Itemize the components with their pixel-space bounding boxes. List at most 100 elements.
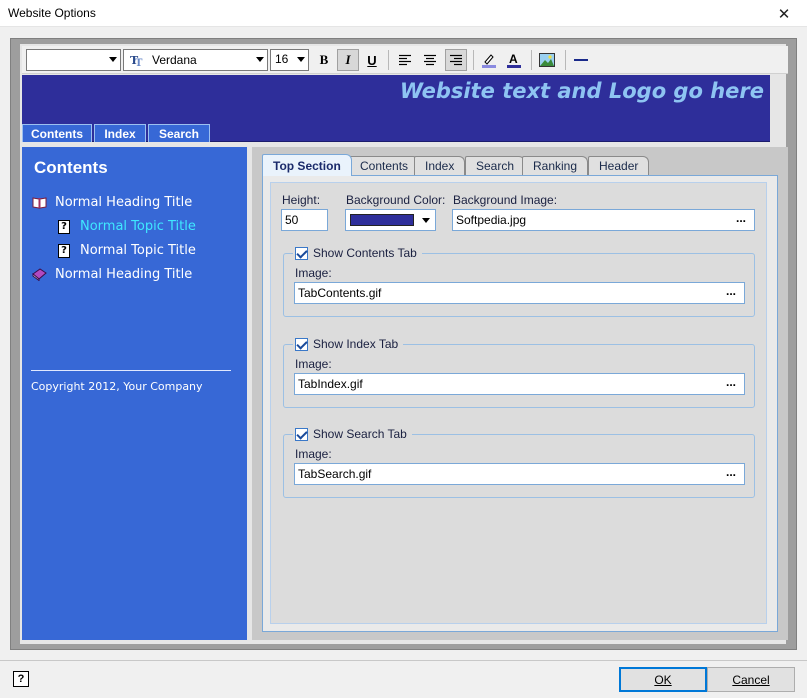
align-right-button[interactable] (445, 49, 467, 71)
show-index-tab-checkbox[interactable]: Show Index Tab (293, 337, 404, 351)
tree-item-label: Normal Topic Title (80, 243, 196, 258)
copyright-text: Copyright 2012, Your Company (31, 380, 203, 393)
background-color-picker[interactable] (345, 209, 436, 231)
image-label: Image: (295, 357, 332, 371)
image-value: TabIndex.gif (298, 377, 363, 391)
checkbox-label: Show Index Tab (313, 337, 399, 351)
horizontal-line-button[interactable] (570, 49, 592, 71)
horizontal-line-icon (574, 59, 588, 61)
browse-icon[interactable]: ... (726, 284, 736, 298)
tree-item-heading[interactable]: Normal Heading Title (32, 195, 192, 210)
title-bar (0, 0, 807, 27)
align-left-button[interactable] (394, 49, 416, 71)
italic-button[interactable]: I (337, 49, 359, 71)
help-topic-icon: ? (58, 243, 70, 258)
ok-button[interactable]: OK (619, 667, 707, 692)
background-color-label: Background Color: (346, 193, 446, 207)
background-image-input[interactable]: Softpedia.jpg ... (452, 209, 755, 231)
format-toolbar: T T Verdana 16 B I U A (22, 46, 788, 74)
show-contents-tab-checkbox[interactable]: Show Contents Tab (293, 246, 422, 260)
footer-separator (0, 660, 807, 661)
toolbar-separator (473, 50, 474, 70)
underline-button[interactable]: U (361, 49, 383, 71)
tab-top-section[interactable]: Top Section (262, 154, 352, 176)
size-combo-value: 16 (275, 52, 289, 66)
show-search-tab-checkbox[interactable]: Show Search Tab (293, 427, 412, 441)
ok-label: OK (654, 672, 672, 687)
sidebar-title: Contents (34, 158, 108, 177)
font-combo[interactable]: T T Verdana (123, 49, 268, 71)
close-icon: ✕ (777, 5, 791, 23)
insert-image-button[interactable] (536, 49, 558, 71)
size-combo[interactable]: 16 (270, 49, 309, 71)
image-label: Image: (295, 447, 332, 461)
banner-tab-contents[interactable]: Contents (22, 124, 92, 142)
search-tab-image-input[interactable]: TabSearch.gif ... (294, 463, 745, 485)
font-color-icon: A (507, 52, 521, 68)
bold-button[interactable]: B (313, 49, 335, 71)
align-center-icon (424, 54, 436, 66)
tab-index[interactable]: Index (414, 156, 466, 175)
height-label: Height: (282, 193, 321, 207)
help-icon: ? (17, 673, 25, 685)
checkbox-checked-icon (295, 246, 308, 260)
style-combo[interactable] (26, 49, 121, 71)
checkbox-checked-icon (295, 427, 308, 441)
align-right-icon (450, 54, 462, 66)
banner-tab-search[interactable]: Search (148, 124, 210, 142)
help-topic-icon: ? (58, 219, 70, 234)
height-input[interactable]: 50 (281, 209, 328, 231)
truetype-font-icon: T T (130, 54, 143, 67)
height-value: 50 (285, 213, 299, 227)
toolbar-separator (388, 50, 389, 70)
svg-text:T: T (135, 58, 143, 67)
tree-item-heading[interactable]: Normal Heading Title (32, 267, 192, 282)
image-value: TabContents.gif (298, 286, 382, 300)
svg-text:A: A (509, 52, 518, 66)
cancel-label: Cancel (732, 672, 770, 687)
window-title: Website Options (8, 6, 96, 20)
highlighter-icon (482, 54, 496, 68)
browse-icon[interactable]: ... (736, 211, 746, 225)
color-swatch (350, 214, 414, 226)
tree-item-topic[interactable]: ? Normal Topic Title (58, 243, 196, 258)
background-image-value: Softpedia.jpg (456, 213, 527, 227)
browse-icon[interactable]: ... (726, 375, 736, 389)
tab-search[interactable]: Search (465, 156, 526, 175)
tab-header[interactable]: Header (588, 156, 650, 175)
align-center-button[interactable] (419, 49, 441, 71)
image-value: TabSearch.gif (298, 467, 372, 481)
banner-tab-index[interactable]: Index (94, 124, 146, 142)
font-combo-value: Verdana (152, 53, 197, 67)
tab-contents[interactable]: Contents (349, 156, 420, 175)
background-image-label: Background Image: (453, 193, 558, 207)
checkbox-checked-icon (295, 337, 308, 351)
tree-item-label: Normal Heading Title (55, 195, 193, 210)
chevron-down-icon (256, 57, 264, 62)
image-icon (539, 53, 555, 67)
close-button[interactable]: ✕ (761, 0, 807, 27)
tree-item-label: Normal Heading Title (55, 267, 193, 282)
align-left-icon (399, 54, 411, 66)
closed-book-icon (32, 268, 47, 281)
tree-item-topic[interactable]: ? Normal Topic Title (58, 219, 196, 234)
chevron-down-icon (422, 218, 430, 223)
tree-item-label: Normal Topic Title (80, 219, 196, 234)
index-tab-image-input[interactable]: TabIndex.gif ... (294, 373, 745, 395)
sidebar-divider (31, 370, 231, 371)
contents-tab-image-input[interactable]: TabContents.gif ... (294, 282, 745, 304)
image-label: Image: (295, 266, 332, 280)
open-book-icon (32, 197, 47, 209)
toolbar-separator (565, 50, 566, 70)
checkbox-label: Show Contents Tab (313, 246, 417, 260)
chevron-down-icon (297, 57, 305, 62)
toolbar-separator (531, 50, 532, 70)
highlight-color-button[interactable] (478, 49, 500, 71)
font-color-button[interactable]: A (503, 49, 525, 71)
checkbox-label: Show Search Tab (313, 427, 407, 441)
cancel-button[interactable]: Cancel (707, 667, 795, 692)
browse-icon[interactable]: ... (726, 465, 736, 479)
help-button[interactable]: ? (13, 671, 29, 687)
chevron-down-icon (109, 57, 117, 62)
tab-ranking[interactable]: Ranking (522, 156, 589, 175)
